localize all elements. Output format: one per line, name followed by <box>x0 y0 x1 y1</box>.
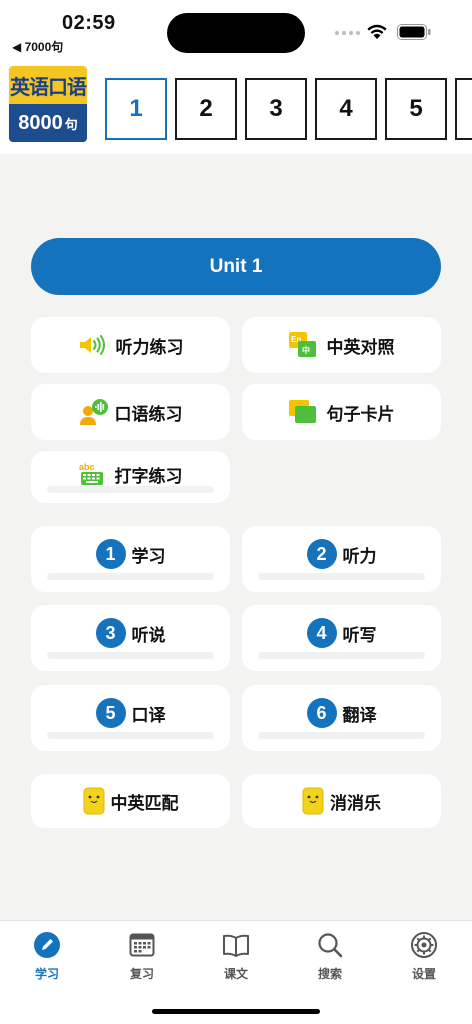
unit-selector-strip: 英语口语 8000 句 1 2 3 4 5 <box>0 62 472 154</box>
app-logo: 英语口语 8000 句 <box>9 66 87 142</box>
battery-icon <box>397 24 431 40</box>
tab-learn[interactable]: 学习 <box>7 931 87 987</box>
listening-practice-label: 听力练习 <box>115 337 184 357</box>
speaking-practice-label: 口语练习 <box>114 404 183 424</box>
status-time: 02:59 <box>62 12 116 34</box>
wifi-icon <box>367 24 387 39</box>
unit-title-banner[interactable]: Unit 1 <box>31 238 441 295</box>
svg-text:abc: abc <box>79 462 95 472</box>
step-number-badge: 2 <box>306 539 337 569</box>
bilingual-compare-button[interactable]: En 中 中英对照 <box>242 317 441 373</box>
dynamic-island <box>167 13 305 53</box>
svg-text:中: 中 <box>302 345 310 355</box>
gear-icon <box>411 932 437 958</box>
step-5-interpret-button[interactable]: 5 口译 <box>31 685 230 751</box>
bilingual-compare-label: 中英对照 <box>326 337 395 357</box>
typing-practice-button[interactable]: abc 打字练习 <box>31 451 230 503</box>
tab-label: 学习 <box>34 967 59 981</box>
unit-tab-6-partial[interactable] <box>455 78 472 140</box>
step-label: 听力 <box>342 546 377 566</box>
tab-label: 搜索 <box>317 967 342 981</box>
step-progress-bar <box>47 573 214 580</box>
step-progress-bar <box>47 732 214 739</box>
speaking-person-icon <box>79 398 109 426</box>
step-label: 口译 <box>131 705 166 725</box>
sentence-cards-button[interactable]: 句子卡片 <box>242 384 441 440</box>
step-progress-bar <box>258 652 425 659</box>
tab-search[interactable]: 搜索 <box>290 931 370 987</box>
back-to-app-link[interactable]: ◀ 7000句 <box>12 38 63 55</box>
logo-suffix: 句 <box>64 116 78 132</box>
unit-tab-4[interactable]: 4 <box>315 78 377 140</box>
step-2-listening-button[interactable]: 2 听力 <box>242 526 441 592</box>
step-label: 翻译 <box>342 705 377 725</box>
status-bar: 02:59 ◀ 7000句 <box>0 0 472 62</box>
step-progress-bar <box>47 652 214 659</box>
step-progress-bar <box>258 573 425 580</box>
listening-practice-button[interactable]: 听力练习 <box>31 317 230 373</box>
step-number-badge: 6 <box>306 698 337 728</box>
step-number-badge: 1 <box>95 539 126 569</box>
step-label: 听写 <box>342 625 377 645</box>
step-6-translate-button[interactable]: 6 翻译 <box>242 685 441 751</box>
step-number-badge: 4 <box>306 618 337 648</box>
logo-subtitle: 8000 句 <box>9 104 87 142</box>
logo-number: 8000 <box>18 111 63 134</box>
speaking-practice-button[interactable]: 口语练习 <box>31 384 230 440</box>
search-icon <box>318 933 343 958</box>
translate-icon: En 中 <box>288 332 317 358</box>
cellular-signal-icon <box>335 31 360 35</box>
tab-label: 课文 <box>223 967 248 981</box>
step-3-listen-speak-button[interactable]: 3 听说 <box>31 605 230 671</box>
book-icon <box>223 934 249 957</box>
match-game-button[interactable]: 中英匹配 <box>31 774 230 828</box>
match-game-label: 中英匹配 <box>110 793 179 813</box>
typing-practice-label: 打字练习 <box>114 466 183 486</box>
unit-tab-1[interactable]: 1 <box>105 78 167 140</box>
calendar-icon <box>129 933 155 957</box>
pencil-icon <box>34 932 60 958</box>
unit-tab-5[interactable]: 5 <box>385 78 447 140</box>
step-label: 听说 <box>131 625 166 645</box>
step-number-badge: 5 <box>95 698 126 728</box>
speaker-icon <box>78 334 106 356</box>
mascot-icon <box>302 787 324 815</box>
keyboard-icon: abc <box>79 462 105 486</box>
tab-label: 复习 <box>129 967 154 981</box>
unit-tab-2[interactable]: 2 <box>175 78 237 140</box>
home-indicator <box>152 1009 320 1014</box>
eliminate-game-button[interactable]: 消消乐 <box>242 774 441 828</box>
eliminate-game-label: 消消乐 <box>330 793 381 813</box>
step-4-dictation-button[interactable]: 4 听写 <box>242 605 441 671</box>
step-label: 学习 <box>131 546 166 566</box>
cards-icon <box>288 400 317 424</box>
step-progress-bar <box>258 732 425 739</box>
step-1-learn-button[interactable]: 1 学习 <box>31 526 230 592</box>
sentence-cards-label: 句子卡片 <box>326 404 395 424</box>
tab-settings[interactable]: 设置 <box>384 931 464 987</box>
unit-tab-3[interactable]: 3 <box>245 78 307 140</box>
tab-texts[interactable]: 课文 <box>196 931 276 987</box>
typing-progress-bar <box>47 486 214 493</box>
step-number-badge: 3 <box>95 618 126 648</box>
tab-review[interactable]: 复习 <box>102 931 182 987</box>
tab-label: 设置 <box>411 967 436 981</box>
mascot-icon <box>83 787 105 815</box>
logo-title: 英语口语 <box>9 66 87 104</box>
